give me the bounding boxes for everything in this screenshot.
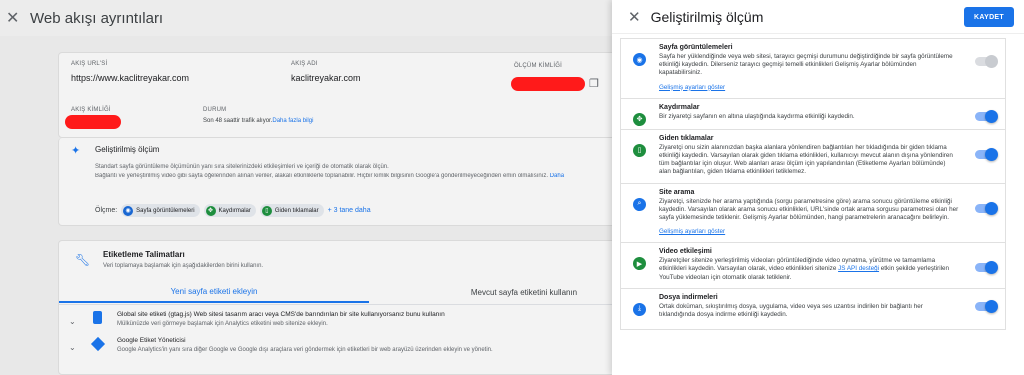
setting-title: Site arama [659, 188, 695, 196]
setting-title: Kaydırmalar [659, 103, 700, 111]
setting-description: Ziyaretçi, sitenizde her arama yaptığınd… [659, 197, 959, 222]
toggle-knob [985, 261, 998, 275]
save-button[interactable]: KAYDET [964, 7, 1014, 27]
eye-icon: ◉ [633, 53, 646, 66]
setting-title: Video etkileşimi [659, 248, 712, 256]
show-advanced-settings-link[interactable]: Gelişmiş ayarları göster [659, 227, 959, 236]
setting-title: Sayfa görüntülemeleri [659, 44, 733, 51]
setting-description: Ziyaretçiler sitenize yerleştirilmiş vid… [659, 257, 950, 281]
setting-video-etkileşimi: ▶ Video etkileşimi Ziyaretçiler sitenize y… [620, 243, 1006, 289]
setting-description: Sayfa her yüklendiğinde veya web sitesi,… [659, 53, 953, 77]
toggle-knob [985, 299, 998, 313]
play-icon: ▶ [633, 257, 646, 271]
panel-header: ✕ Geliştirilmiş ölçüm [612, 0, 1024, 34]
close-icon[interactable]: ✕ [628, 8, 641, 26]
setting-sayfa-görüntülemeleri: ◉ Sayfa görüntülemeleri Sayfa her yüklendi… [620, 38, 1006, 99]
setting-description: Ortak doküman, sıkıştırılmış dosya, uygu… [659, 302, 923, 319]
enhanced-measurement-panel: ✕ Geliştirilmiş ölçüm KAYDET ◉ Sayfa görü… [612, 0, 1024, 375]
toggle-knob [985, 147, 998, 161]
setting-description: Bir ziyaretçi sayfanın en altına ulaştığ… [659, 112, 855, 120]
setting-giden-tıklamalar: ▯ Giden tıklamalar Ziyaretçi onu sizin ala… [620, 129, 1006, 184]
toggle-knob [985, 201, 998, 215]
toggle-switch [975, 55, 998, 68]
toggle-switch[interactable] [975, 147, 998, 161]
setting-title: Giden tıklamalar [659, 134, 714, 142]
settings-list: ◉ Sayfa görüntülemeleri Sayfa her yüklendi… [620, 38, 1006, 331]
setting-kaydırmalar: ✥ Kaydırmalar Bir ziyaretçi sayfanın en al… [620, 98, 1006, 130]
move-icon: ✥ [633, 112, 646, 126]
setting-dosya-indirmeleri: ⤓ Dosya indirmeleri Ortak doküman, sıkıştı… [620, 288, 1006, 331]
setting-title: Dosya indirmeleri [659, 293, 718, 301]
search-icon: ⌕ [633, 197, 646, 211]
overlay-scrim[interactable] [0, 0, 612, 375]
toggle-switch[interactable] [975, 201, 998, 215]
toggle-switch[interactable] [975, 109, 998, 123]
show-advanced-settings-link[interactable]: Gelişmiş ayarları göster [659, 83, 959, 92]
setting-site-arama: ⌕ Site arama Ziyaretçi, sitenizde her aram… [620, 183, 1006, 244]
setting-description: Ziyaretçi onu sizin alanınızdan başka al… [659, 143, 953, 176]
toggle-switch[interactable] [975, 299, 998, 313]
panel-title: Geliştirilmiş ölçüm [650, 8, 764, 25]
toggle-knob [985, 55, 998, 68]
download-icon: ⤓ [633, 302, 646, 316]
js-api-support-link[interactable]: JS API desteği [838, 265, 879, 272]
toggle-switch[interactable] [975, 261, 998, 275]
mouse-icon: ▯ [633, 143, 646, 157]
toggle-knob [985, 109, 998, 123]
